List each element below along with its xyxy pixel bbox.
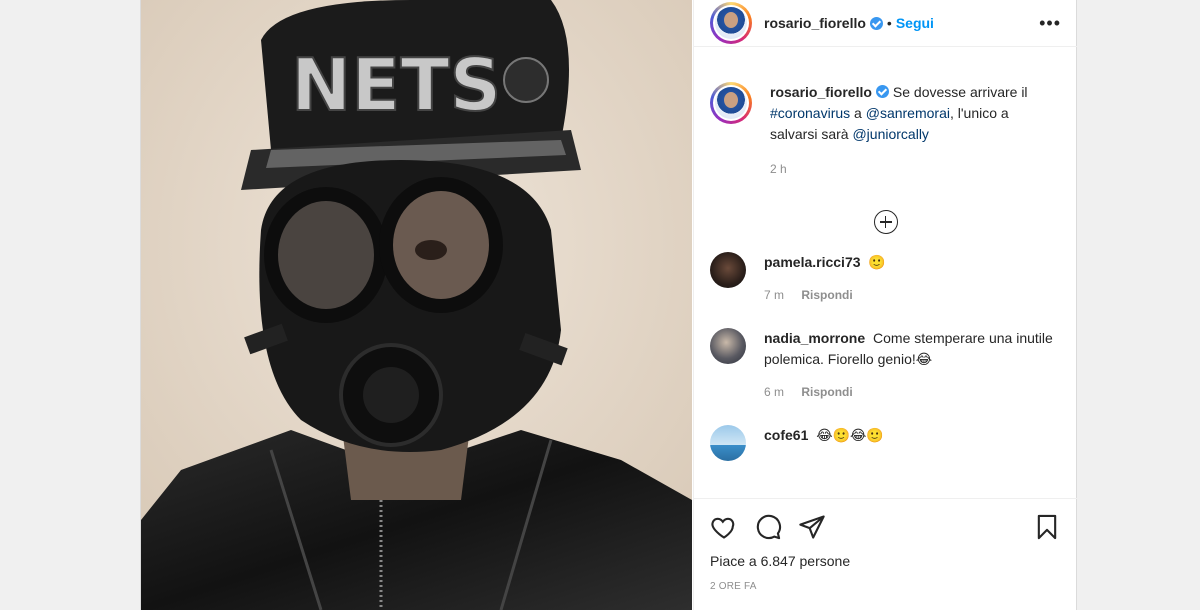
- gas-mask-photo: NETS: [141, 0, 692, 610]
- instagram-post: NETS rosario_fiorello • Segui ••• rosari…: [140, 0, 1077, 610]
- caption: rosario_fiorello Se dovesse arrivare il #…: [710, 82, 1061, 180]
- comment-username[interactable]: nadia_morrone: [764, 330, 865, 346]
- post-actions: Piace a 6.847 persone 2 ORE FA: [694, 498, 1077, 592]
- follow-button[interactable]: Segui: [896, 15, 934, 31]
- post-timestamp[interactable]: 2 ORE FA: [710, 581, 1061, 592]
- more-options-icon[interactable]: •••: [1039, 13, 1061, 34]
- commenter-avatar[interactable]: [710, 328, 746, 364]
- caption-text: Se dovesse arrivare il: [892, 84, 1028, 100]
- caption-time[interactable]: 2 h: [770, 162, 787, 176]
- commenter-avatar[interactable]: [710, 425, 746, 461]
- comment-time[interactable]: 7 m: [764, 288, 784, 302]
- reply-button[interactable]: Rispondi: [801, 288, 852, 302]
- plus-circle-icon[interactable]: [873, 210, 898, 234]
- comments-section[interactable]: rosario_fiorello Se dovesse arrivare il #…: [694, 64, 1077, 494]
- post-photo[interactable]: NETS: [141, 0, 692, 610]
- caption-avatar[interactable]: [710, 82, 752, 124]
- post-header: rosario_fiorello • Segui •••: [694, 0, 1077, 47]
- svg-text:NETS: NETS: [291, 43, 501, 127]
- paper-plane-icon[interactable]: [798, 513, 826, 541]
- author-avatar[interactable]: [710, 2, 752, 44]
- post-sidebar: rosario_fiorello • Segui ••• rosario_fio…: [693, 0, 1077, 610]
- caption-text: a: [850, 105, 866, 121]
- comment-item: pamela.ricci73 🙂 7 m Rispondi: [710, 252, 1061, 306]
- author-username[interactable]: rosario_fiorello: [764, 15, 866, 31]
- bookmark-icon[interactable]: [1033, 513, 1061, 541]
- comment-text: 😂🙂😂🙂: [816, 427, 884, 443]
- mention-link[interactable]: @juniorcally: [852, 126, 928, 142]
- reply-button[interactable]: Rispondi: [801, 385, 852, 399]
- comment-username[interactable]: pamela.ricci73: [764, 254, 861, 270]
- hashtag-link[interactable]: #coronavirus: [770, 105, 850, 121]
- comment-username[interactable]: cofe61: [764, 427, 808, 443]
- mention-link[interactable]: @sanremorai: [866, 105, 950, 121]
- heart-icon[interactable]: [710, 513, 738, 541]
- comment-time[interactable]: 6 m: [764, 385, 784, 399]
- caption-username[interactable]: rosario_fiorello: [770, 84, 872, 100]
- comment-icon[interactable]: [754, 513, 782, 541]
- comment-item: nadia_morrone Come stemperare una inutil…: [710, 328, 1061, 403]
- likes-count[interactable]: Piace a 6.847 persone: [710, 553, 1061, 569]
- commenter-avatar[interactable]: [710, 252, 746, 288]
- verified-badge-icon: [875, 85, 889, 98]
- verified-badge-icon: [869, 16, 883, 30]
- header-separator: •: [886, 15, 892, 31]
- comment-text: 🙂: [868, 254, 886, 270]
- comment-item: cofe61 😂🙂😂🙂: [710, 425, 1061, 461]
